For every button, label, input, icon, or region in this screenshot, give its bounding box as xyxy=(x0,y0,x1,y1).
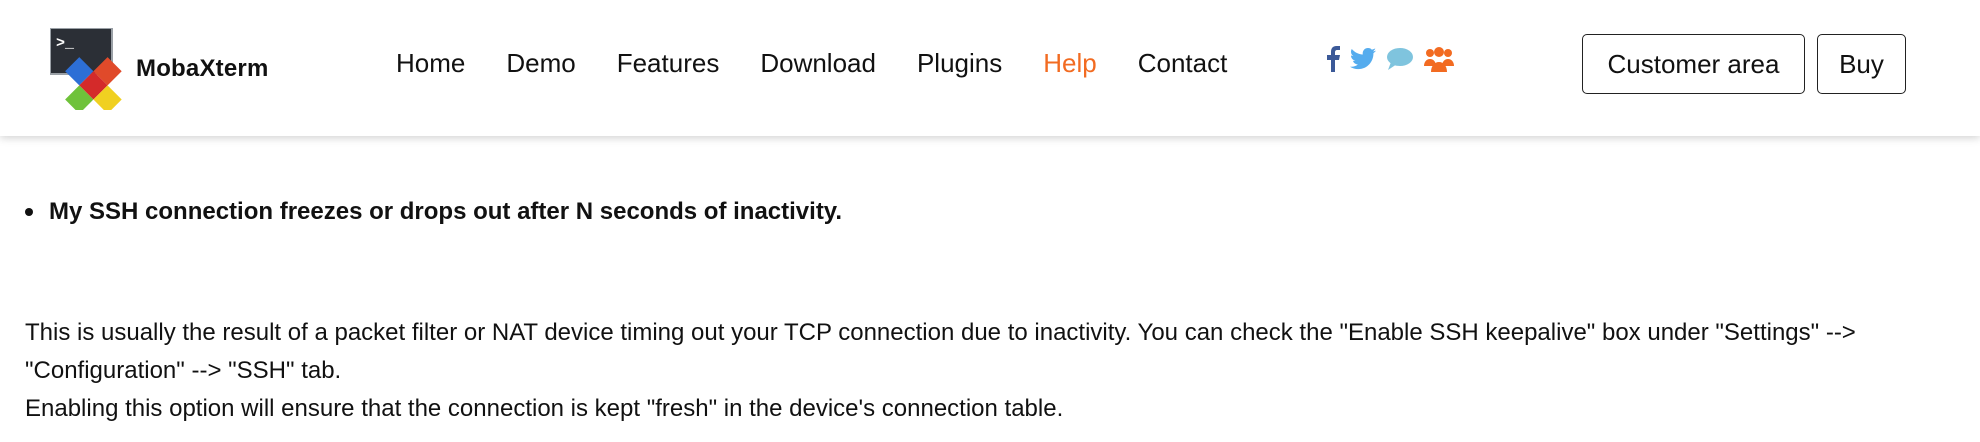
faq-answer-paragraph-1: This is usually the result of a packet f… xyxy=(25,319,1856,384)
faq-question-text: My SSH connection freezes or drops out a… xyxy=(49,198,843,225)
brand-name: MobaXterm xyxy=(136,55,269,82)
nav-item-help[interactable]: Help xyxy=(1043,48,1096,79)
logo-prompt-text: >_ xyxy=(56,35,75,52)
social-links xyxy=(1326,46,1464,77)
main-nav: Home Demo Features Download Plugins Help… xyxy=(396,0,1268,126)
customer-area-button[interactable]: Customer area xyxy=(1582,34,1805,94)
mobaxterm-logo-icon: >_ xyxy=(50,28,122,110)
nav-item-home[interactable]: Home xyxy=(396,48,465,79)
nav-item-features[interactable]: Features xyxy=(617,48,720,79)
bullet-icon xyxy=(25,208,33,216)
site-header: >_ MobaXterm Home Demo Features Download… xyxy=(0,0,1980,136)
nav-item-contact[interactable]: Contact xyxy=(1138,48,1228,79)
nav-item-download[interactable]: Download xyxy=(760,48,876,79)
brand-logo-link[interactable]: >_ MobaXterm xyxy=(50,28,269,110)
faq-answer: This is usually the result of a packet f… xyxy=(25,314,1955,428)
faq-answer-paragraph-2: Enabling this option will ensure that th… xyxy=(25,395,1064,422)
facebook-icon[interactable] xyxy=(1326,46,1340,77)
chat-bubble-icon[interactable] xyxy=(1386,47,1414,76)
faq-question: My SSH connection freezes or drops out a… xyxy=(25,198,842,226)
nav-item-plugins[interactable]: Plugins xyxy=(917,48,1002,79)
community-icon[interactable] xyxy=(1424,46,1454,77)
twitter-icon[interactable] xyxy=(1350,48,1376,75)
buy-button[interactable]: Buy xyxy=(1817,34,1906,94)
faq-list: My SSH connection freezes or drops out a… xyxy=(25,198,842,226)
nav-item-demo[interactable]: Demo xyxy=(506,48,575,79)
